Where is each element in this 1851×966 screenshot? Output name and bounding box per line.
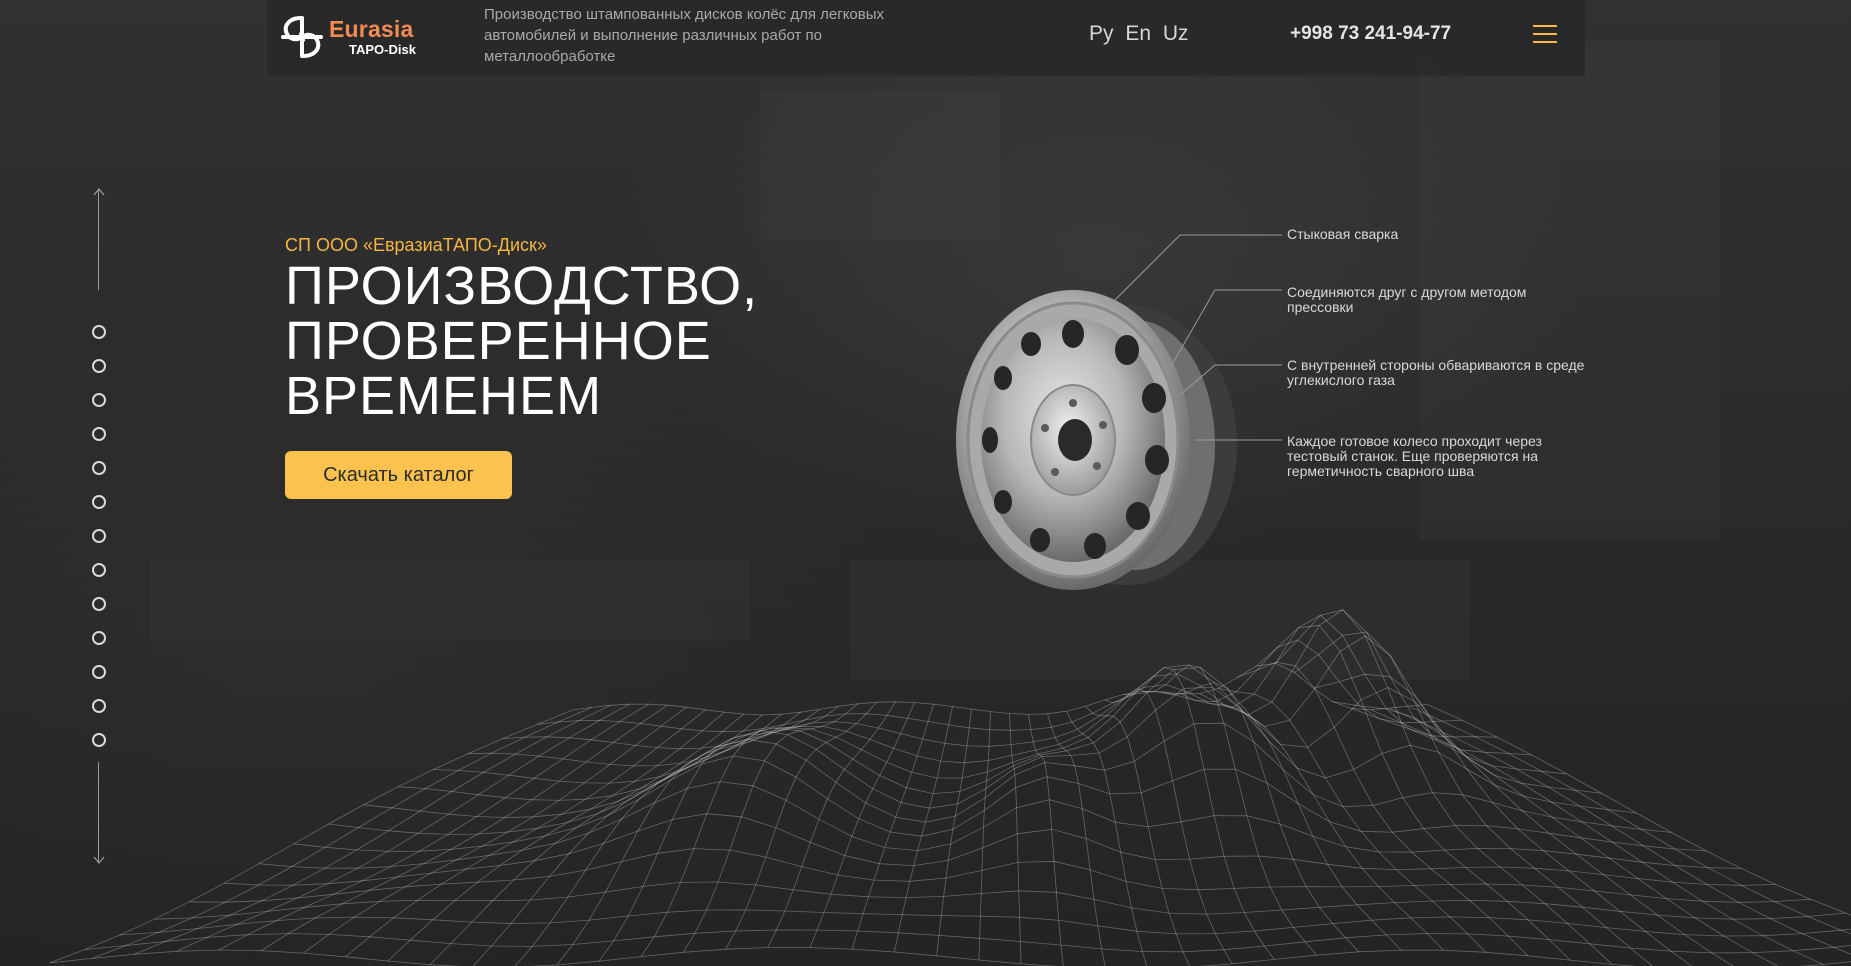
nav-dot-8[interactable] <box>92 563 106 577</box>
language-switcher: Ру En Uz <box>1089 22 1195 46</box>
callout-butt-welding: Стыковая сварка <box>1287 226 1399 242</box>
nav-dot-13[interactable] <box>92 733 106 747</box>
phone-link[interactable]: +998 73 241-94-77 <box>1290 23 1451 45</box>
callout-test-bench: Каждое готовое колесо проходит через тес… <box>1287 433 1542 479</box>
nav-dot-4[interactable] <box>92 427 106 441</box>
nav-dot-9[interactable] <box>92 597 106 611</box>
nav-dot-5[interactable] <box>92 461 106 475</box>
nav-dot-3[interactable] <box>92 393 106 407</box>
lang-en[interactable]: En <box>1125 22 1151 45</box>
logo[interactable]: Eurasia TAPO-Disk <box>277 10 427 64</box>
hero-headline: ПРОИЗВОДСТВО, ПРОВЕРЕННОЕ ВРЕМЕНЕМ <box>285 259 905 424</box>
logo-subname: TAPO-Disk <box>349 42 416 57</box>
lang-uz[interactable]: Uz <box>1163 22 1189 45</box>
eurasia-logo-mark-icon <box>281 16 323 58</box>
nav-dot-7[interactable] <box>92 529 106 543</box>
company-name: СП ООО «ЕвразиаТАПО-Диск» <box>285 235 547 255</box>
arrow-down-icon[interactable] <box>93 856 105 864</box>
nav-dot-10[interactable] <box>92 631 106 645</box>
headline-line-1: ПРОИЗВОДСТВО, <box>285 256 759 316</box>
headline-line-2: ПРОВЕРЕННОЕ <box>285 311 712 371</box>
download-catalog-button[interactable]: Скачать каталог <box>285 451 512 499</box>
nav-dot-1[interactable] <box>92 325 106 339</box>
section-dots-nav <box>88 188 110 868</box>
nav-dot-2[interactable] <box>92 359 106 373</box>
wireframe-terrain-mesh <box>49 609 1851 966</box>
callout-co2-welding: С внутренней стороны обвариваются в сред… <box>1287 357 1585 388</box>
arrow-up-line <box>98 190 99 290</box>
headline-line-3: ВРЕМЕНЕМ <box>285 366 603 426</box>
callout-press-fit: Соединяются друг с другом методом прессо… <box>1287 284 1527 315</box>
nav-dot-6[interactable] <box>92 495 106 509</box>
hamburger-menu-icon[interactable] <box>1533 25 1557 47</box>
steel-wheel-image <box>956 290 1237 590</box>
logo-name: Eurasia <box>329 16 414 42</box>
arrow-up-icon[interactable] <box>93 188 105 196</box>
header-tagline: Производство штампованных дисков колёс д… <box>484 6 885 65</box>
lang-ru[interactable]: Ру <box>1089 22 1114 45</box>
arrow-down-line <box>98 762 99 862</box>
nav-dot-12[interactable] <box>92 699 106 713</box>
nav-dot-11[interactable] <box>92 665 106 679</box>
site-header: Eurasia TAPO-Disk Производство штампован… <box>267 0 1585 76</box>
